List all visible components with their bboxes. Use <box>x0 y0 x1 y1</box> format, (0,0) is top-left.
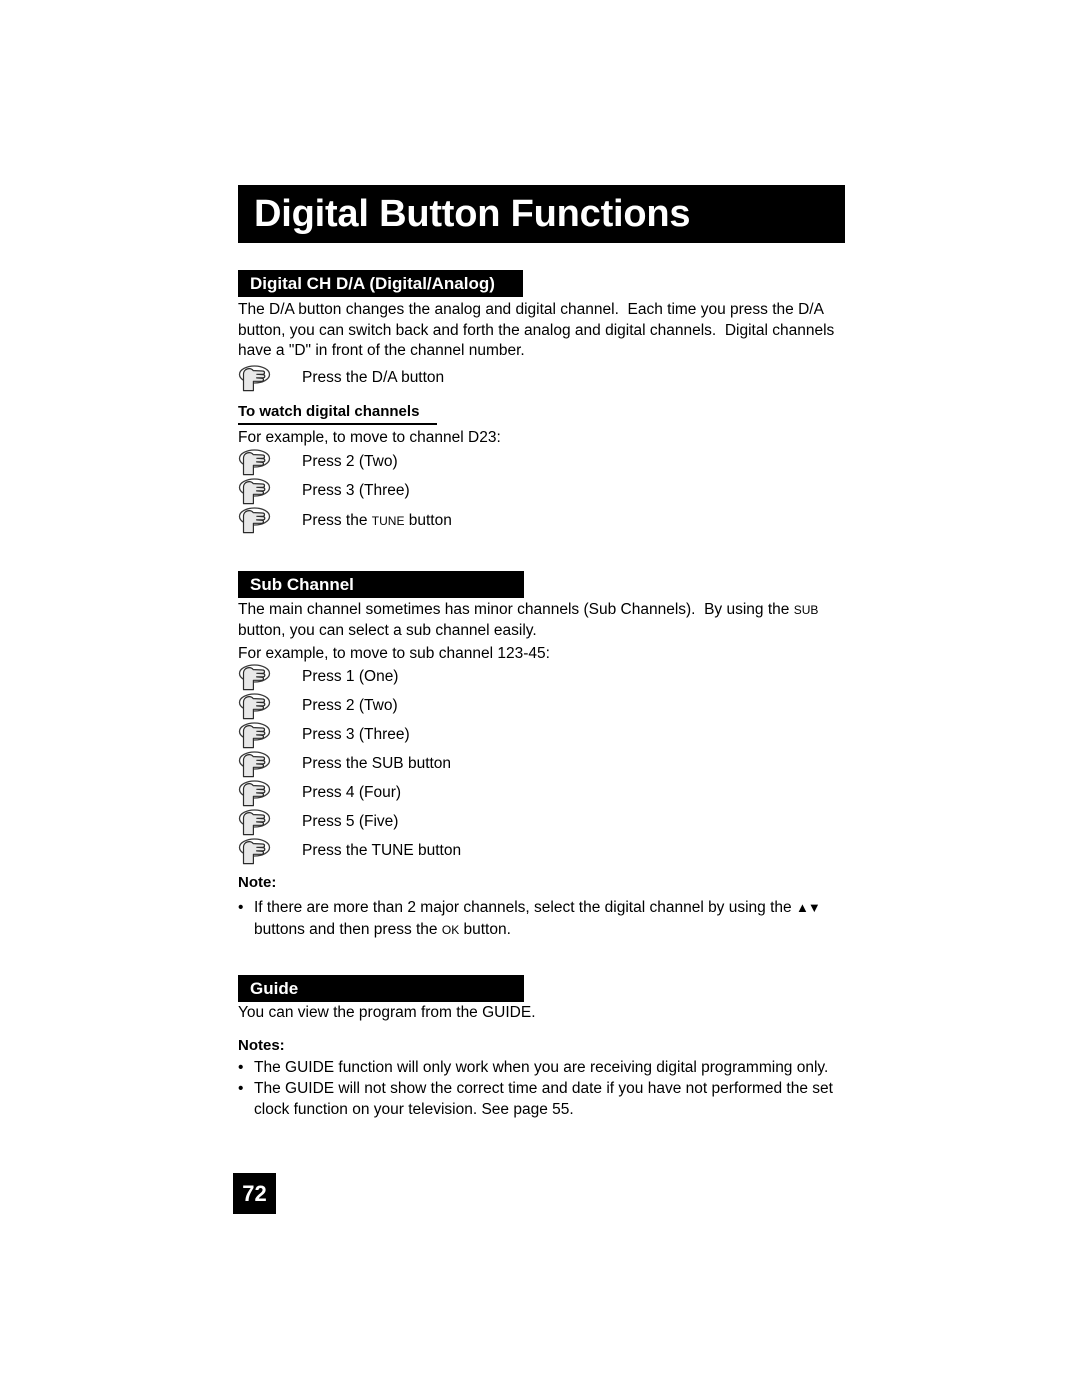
bullet-glyph: • <box>238 1059 244 1076</box>
step-row: Press the D/A button <box>238 364 798 392</box>
step-label: Press the TUNE button <box>302 510 452 531</box>
section-header-label: Guide <box>250 979 299 998</box>
hand-press-icon <box>238 780 271 807</box>
step-row: Press the SUB button <box>238 750 798 778</box>
hand-press-icon <box>238 838 271 865</box>
section-header-label: Sub Channel <box>250 575 354 594</box>
step-label: Press the TUNE button <box>302 842 462 859</box>
subhead-to-watch-digital-channels: To watch digital channels <box>238 403 420 420</box>
step-row: Press 3 (Three) <box>238 721 798 749</box>
bullet-part-3: button. <box>459 920 511 938</box>
step-row: Press 4 (Four) <box>238 779 798 807</box>
section-header-label: Digital CH D/A (Digital/Analog) <box>250 274 495 293</box>
section-paragraph-guide: You can view the program from the GUIDE. <box>238 1004 536 1021</box>
step-label: Press 4 (Four) <box>302 784 402 801</box>
paragraph-part-1: The main channel sometimes has minor cha… <box>238 601 794 618</box>
notes-bullet-text: The GUIDE function will only work when y… <box>254 1059 829 1076</box>
bullet-part-1: If there are more than 2 major channels,… <box>254 899 796 916</box>
step-label: Press 2 (Two) <box>302 453 398 470</box>
step-label: Press the SUB button <box>302 755 452 772</box>
note-bullet-text: If there are more than 2 major channels,… <box>254 899 821 938</box>
page-title-banner: Digital Button Functions <box>238 185 845 243</box>
step-label: Press 2 (Two) <box>302 697 398 714</box>
hand-press-icon <box>238 809 271 836</box>
notes-bullet-text: The GUIDE will not show the correct time… <box>254 1080 833 1118</box>
example-intro-sub-channel: For example, to move to sub channel 123-… <box>238 645 550 662</box>
step-label: Press 5 (Five) <box>302 813 399 830</box>
step-label-button-name: TUNE <box>371 510 405 529</box>
paragraph-button-name: SUB <box>793 600 819 618</box>
hand-press-icon <box>238 478 271 505</box>
section-header-guide: Guide <box>238 975 524 1002</box>
hand-press-icon <box>238 693 271 720</box>
section-paragraph-digital-ch-da: The D/A button changes the analog and di… <box>238 301 839 359</box>
step-label: Press 3 (Three) <box>302 726 410 743</box>
hand-press-icon <box>238 722 271 749</box>
page-number-box: 72 <box>233 1173 276 1214</box>
bullet-glyph: • <box>238 1080 244 1097</box>
bullet-glyph: • <box>238 899 244 916</box>
note-bullet: • If there are more than 2 major channels… <box>238 898 868 940</box>
step-label: Press 3 (Three) <box>302 482 410 499</box>
notes-title: Notes: <box>238 1037 285 1054</box>
notes-bullet: • The GUIDE will not show the correct tim… <box>238 1079 868 1120</box>
step-label-suffix: button <box>404 511 452 529</box>
note-title: Note: <box>238 874 277 891</box>
hand-press-icon <box>238 751 271 778</box>
section-header-digital-ch-da: Digital CH D/A (Digital/Analog) <box>238 270 523 297</box>
step-row: Press 1 (One) <box>238 663 798 691</box>
step-row: Press the TUNE button <box>238 837 798 865</box>
hand-press-icon <box>238 664 271 691</box>
step-row: Press 5 (Five) <box>238 808 798 836</box>
step-label: Press 1 (One) <box>302 668 399 685</box>
page-title: Digital Button Functions <box>254 193 691 235</box>
section-header-sub-channel: Sub Channel <box>238 571 524 598</box>
page-number: 72 <box>242 1180 267 1206</box>
bullet-button-name: OK <box>441 919 460 938</box>
bullet-part-2: buttons and then press the <box>254 920 442 938</box>
manual-page: Digital Button Functions Digital CH D/A … <box>0 0 1080 1397</box>
step-row: Press 2 (Two) <box>238 692 798 720</box>
example-intro-digital-ch-da: For example, to move to channel D23: <box>238 429 501 446</box>
hand-press-icon <box>238 449 271 476</box>
step-label-prefix: Press the <box>302 511 372 529</box>
hand-press-icon <box>238 507 271 534</box>
step-row: Press the TUNE button <box>238 506 798 534</box>
step-row: Press 2 (Two) <box>238 448 798 476</box>
step-row: Press 3 (Three) <box>238 477 798 505</box>
notes-bullet: • The GUIDE function will only work when … <box>238 1058 868 1079</box>
hand-press-icon <box>238 365 271 392</box>
step-label: Press the D/A button <box>302 369 445 386</box>
subhead-underline <box>238 423 437 425</box>
section-paragraph-sub-channel: The main channel sometimes has minor cha… <box>238 599 852 641</box>
updown-arrow-icon: ▲▼ <box>795 900 821 915</box>
